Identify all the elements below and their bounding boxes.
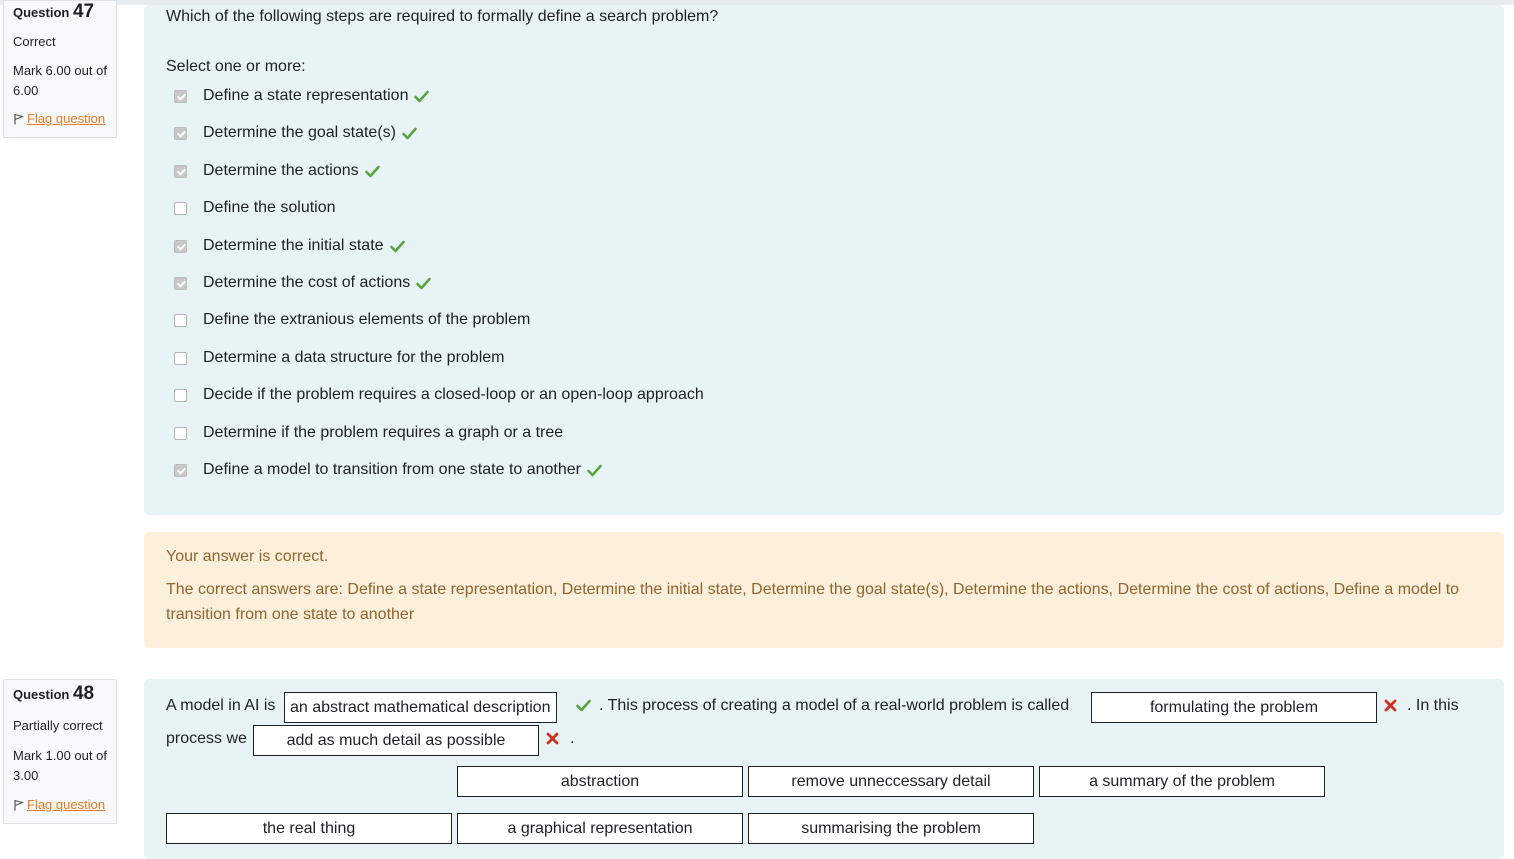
question-text-part: A model in AI is <box>166 697 276 714</box>
question-text-part: . In this <box>1407 697 1459 714</box>
answer-checkbox[interactable] <box>174 426 187 440</box>
check-icon <box>576 699 591 717</box>
feedback-correct-answers: The correct answers are: Define a state … <box>166 581 1460 623</box>
question-number-value: 47 <box>72 1 95 22</box>
question-48-formulation: A model in AI is an abstract mathematica… <box>144 679 1504 859</box>
question-text-part: . <box>570 730 575 747</box>
flag-question-label[interactable]: Flag question <box>27 111 105 126</box>
answer-option[interactable]: Determine a data structure for the probl… <box>174 347 504 369</box>
question-number: Question 48 <box>13 683 95 704</box>
answer-option-label: Define a state representation <box>203 87 409 104</box>
answer-option[interactable]: Determine if the problem requires a grap… <box>174 422 563 444</box>
answer-checkbox[interactable] <box>174 164 187 178</box>
answer-option[interactable]: Define the solution <box>174 197 336 219</box>
answer-checkbox[interactable] <box>174 239 187 253</box>
question-number: Question 47 <box>13 1 95 22</box>
answer-option-label: Determine the initial state <box>203 237 384 254</box>
question-text-part: process we <box>166 730 247 747</box>
answer-option[interactable]: Define the extranious elements of the pr… <box>174 309 530 331</box>
answer-checkbox[interactable] <box>174 276 187 290</box>
answer-checkbox[interactable] <box>174 126 187 140</box>
check-icon <box>587 464 602 477</box>
drag-choice[interactable]: a graphical representation <box>457 813 743 844</box>
answer-option-label: Determine the actions <box>203 162 359 179</box>
answer-checkbox[interactable] <box>174 388 187 402</box>
answer-option[interactable]: Determine the initial state <box>174 235 405 257</box>
question-47-formulation: Which of the following steps are require… <box>144 5 1504 515</box>
answer-option-label: Define a model to transition from one st… <box>203 461 581 478</box>
flag-question-label[interactable]: Flag question <box>27 797 105 812</box>
answer-checkbox[interactable] <box>174 313 187 327</box>
answer-option[interactable]: Define a model to transition from one st… <box>174 459 602 481</box>
drag-choice[interactable]: the real thing <box>166 813 452 844</box>
answer-option[interactable]: Determine the actions <box>174 160 380 182</box>
question-48-info: Question 48 Partially correct Mark 1.00 … <box>3 679 117 824</box>
answer-checkbox[interactable] <box>174 351 187 365</box>
check-icon <box>364 165 380 178</box>
answer-option-label: Define the solution <box>203 199 336 216</box>
answer-option[interactable]: Decide if the problem requires a closed-… <box>174 384 704 406</box>
answer-checkbox[interactable] <box>174 89 187 103</box>
question-number-value: 48 <box>72 683 95 704</box>
feedback-status: Your answer is correct. <box>166 548 329 565</box>
answer-option-label: Determine if the problem requires a grap… <box>203 424 564 441</box>
question-label: Question <box>13 5 70 20</box>
check-icon <box>402 127 417 140</box>
drag-choice[interactable]: a summary of the problem <box>1039 766 1325 797</box>
answer-checkbox[interactable] <box>174 201 187 215</box>
answer-option-label: Determine the goal state(s) <box>203 124 396 141</box>
drop-zone[interactable]: formulating the problem <box>1091 692 1377 723</box>
flag-icon <box>14 114 25 125</box>
flag-icon <box>14 800 25 811</box>
question-grade: Mark 1.00 out of 3.00 <box>13 748 107 783</box>
flag-question-link[interactable]: Flag question <box>13 110 105 128</box>
cross-icon <box>1384 699 1397 717</box>
question-text: Which of the following steps are require… <box>166 8 719 25</box>
answer-option[interactable]: Determine the goal state(s) <box>174 122 417 144</box>
drop-zone[interactable]: add as much detail as possible <box>253 725 539 756</box>
answer-option-label: Determine a data structure for the probl… <box>203 349 505 366</box>
answer-checkbox[interactable] <box>174 463 187 477</box>
question-grade: Mark 6.00 out of 6.00 <box>13 63 107 98</box>
check-icon <box>416 277 432 290</box>
question-state: Correct <box>13 34 56 49</box>
check-icon <box>389 240 405 253</box>
flag-question-link[interactable]: Flag question <box>13 796 105 814</box>
question-state: Partially correct <box>13 718 103 733</box>
drag-choice[interactable]: remove unneccessary detail <box>748 766 1034 797</box>
answer-option-label: Define the extranious elements of the pr… <box>203 311 531 328</box>
question-47-info: Question 47 Correct Mark 6.00 out of 6.0… <box>3 0 117 138</box>
question-text-part: . This process of creating a model of a … <box>599 697 1070 714</box>
drag-choice[interactable]: abstraction <box>457 766 743 797</box>
answer-prompt: Select one or more: <box>166 58 306 75</box>
answer-option[interactable]: Define a state representation <box>174 85 430 107</box>
question-47-feedback: Your answer is correct. The correct answ… <box>144 532 1504 648</box>
cross-icon <box>546 732 559 750</box>
question-label: Question <box>13 687 70 702</box>
answer-option-label: Decide if the problem requires a closed-… <box>203 386 704 403</box>
check-icon <box>414 90 430 103</box>
answer-option[interactable]: Determine the cost of actions <box>174 272 432 294</box>
drop-zone[interactable]: an abstract mathematical description <box>284 692 557 723</box>
drag-choice[interactable]: summarising the problem <box>748 813 1034 844</box>
answer-option-label: Determine the cost of actions <box>203 274 411 291</box>
